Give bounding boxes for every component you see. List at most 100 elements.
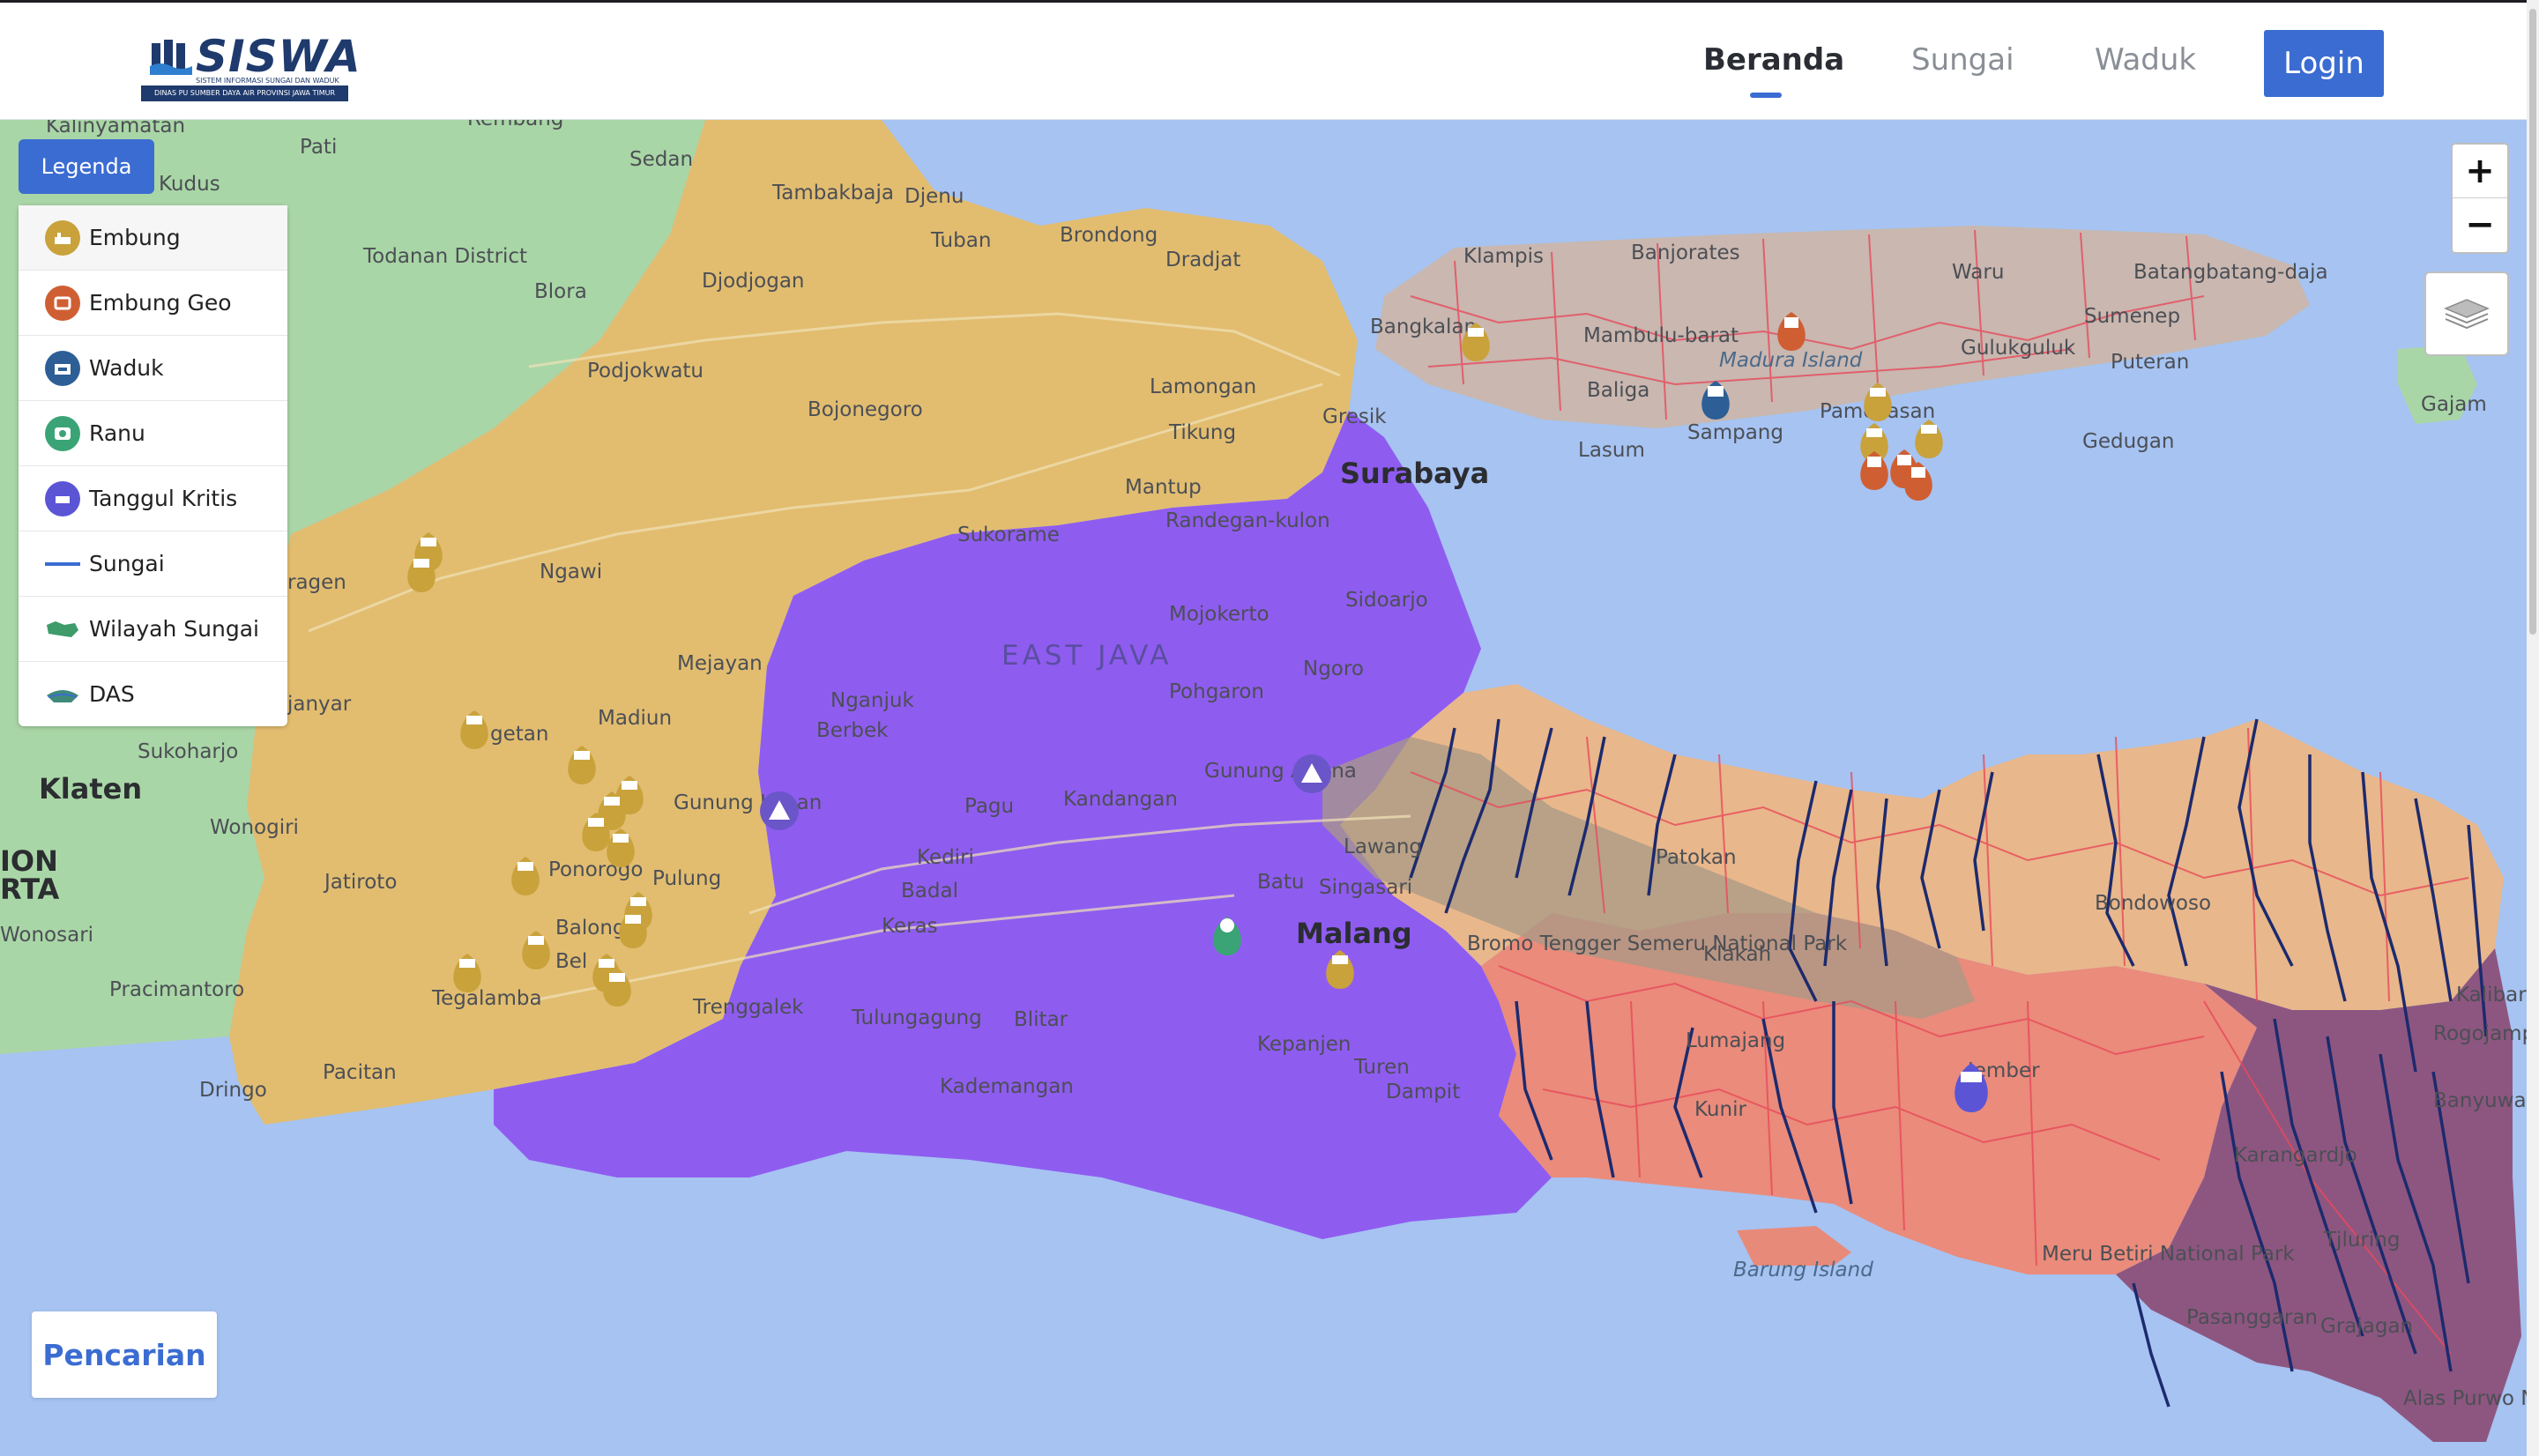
map-label: Meru Betiri National Park [2042,1243,2295,1266]
map-label: Djodjogan [702,270,805,293]
legend-item-embung[interactable]: Embung [19,205,287,271]
logo-mark-icon [150,40,192,75]
map-label: Podjokwatu [587,360,704,383]
map-label: Puteran [2111,351,2189,374]
legend-item-label: Tanggul Kritis [89,486,238,511]
map-label: Gunung Arjuna [1204,760,1357,783]
map-label: Mambulu-barat [1583,324,1739,347]
logo-subtitle: SISTEM INFORMASI SUNGAI DAN WADUK [196,77,339,85]
map-label: Kunir [1694,1098,1746,1121]
wilayah-sungai-icon [45,612,80,647]
map-label: Balong [555,917,626,940]
map-label: Pagu [964,795,1014,818]
map-label: Gunung Liman [674,791,822,814]
logo-band: DINAS PU SUMBER DAYA AIR PROVINSI JAWA T… [141,85,348,101]
embung-icon [45,219,80,256]
map-label: Waru [1952,261,2004,284]
das-icon [45,677,80,712]
legend-item-wilayah-sungai[interactable]: Wilayah Sungai [19,597,287,662]
map-label: Lawang [1344,836,1422,858]
logo-title: SISWA [196,31,361,82]
map-label: Kudus [159,173,220,196]
map-label: Dringo [199,1079,267,1102]
legend-item-label: Embung Geo [89,290,232,316]
map-label: ragen [287,571,346,594]
embung-geo-icon [45,285,80,321]
legend-item-ranu[interactable]: Ranu [19,401,287,466]
legend-panel: Embung Embung Geo Waduk Ranu Tanggul Kri… [19,205,287,726]
map-label: Pohgaron [1169,680,1264,703]
legend-item-sungai[interactable]: Sungai [19,531,287,597]
legend-item-label: DAS [89,681,135,707]
legend-item-label: Wilayah Sungai [89,616,259,642]
layers-button[interactable] [2424,271,2509,356]
legend-item-embung-geo[interactable]: Embung Geo [19,271,287,336]
map-label: Grajagan [2320,1315,2413,1338]
map-label: Kepanjen [1257,1033,1351,1056]
map-label: Blora [534,280,587,303]
map-label: Nganjuk [830,689,914,712]
map-label: Brondong [1060,224,1158,247]
zoom-out-button[interactable]: − [2453,198,2507,251]
map-label: Batu [1257,871,1304,894]
map-canvas[interactable]: Kalinyamatan Rembang Pati Sedan Kudus Ta… [0,120,2527,1456]
zoom-in-button[interactable]: + [2453,145,2507,198]
login-button[interactable]: Login [2264,30,2384,97]
siswa-logo[interactable]: SISWA SISTEM INFORMASI SUNGAI DAN WADUK … [141,31,361,101]
scrollbar-thumb[interactable] [2529,9,2536,635]
map-label: Sumenep [2084,305,2180,328]
map-label: Batangbatang-daja [2133,261,2328,284]
legend-item-das[interactable]: DAS [19,662,287,726]
map-label: EAST JAVA [1001,640,1173,672]
layers-icon [2444,299,2490,330]
map-label: Pulung [652,867,721,890]
map-label: Gajam [2421,393,2487,416]
legend-item-label: Embung [89,225,181,250]
map-label: Patokan [1656,846,1737,869]
map-label: Pacitan [323,1061,397,1084]
map-label: Wonogiri [210,816,299,839]
map-label: Wonosari [0,924,93,947]
map-label: Dradjat [1165,249,1240,271]
map-label: Klaten [39,772,142,806]
map-label: Rogojampi [2433,1022,2527,1045]
nav-sungai[interactable]: Sungai [1911,42,2014,78]
tanggul-kritis-icon [45,480,80,516]
map-label: Lumajang [1686,1029,1785,1052]
map-label: Klampis [1463,245,1544,268]
nav-waduk[interactable]: Waduk [2095,42,2196,78]
map-label: Pati [300,136,337,159]
legend-item-label: Waduk [89,355,164,381]
map-label: Badal [901,880,958,903]
map-label: Sidoarjo [1345,589,1428,612]
nav-beranda[interactable]: Beranda [1703,42,1844,78]
map-label: Mojokerto [1169,603,1270,626]
map-label: Barung Island [1733,1259,1873,1281]
map-label: Madura Island [1719,349,1863,372]
map-label: Gresik [1322,405,1387,428]
map-label: Tulungagung [851,1007,982,1029]
legend-item-label: Sungai [89,551,165,576]
legend-item-waduk[interactable]: Waduk [19,336,287,401]
map-label: Bojonegoro [808,398,923,421]
map-label: Sampang [1687,421,1783,444]
map-label: Bondowoso [2095,892,2211,915]
map-label: Kediri [917,846,974,869]
map-label: Todanan District [362,245,527,268]
map-label: Trenggalek [692,996,804,1019]
map-label: Ngoro [1303,657,1364,680]
scrollbar[interactable] [2527,0,2539,1456]
map-label: Keras [882,915,938,938]
map-label: Madiun [598,707,672,730]
search-button[interactable]: Pencarian [32,1311,217,1398]
map-label: Malang [1296,917,1412,950]
map-label: Lasum [1578,439,1645,462]
legend-item-tanggul-kritis[interactable]: Tanggul Kritis [19,466,287,531]
top-navbar: SISWA SISTEM INFORMASI SUNGAI DAN WADUK … [0,0,2527,120]
map-label: Sukoharjo [138,740,238,763]
legend-toggle-button[interactable]: Legenda [19,139,154,194]
nav-active-indicator [1750,93,1782,98]
map-label: Bromo Tengger Semeru National Park [1467,932,1848,955]
map-label: Banjorates [1631,241,1740,264]
sungai-line-icon [45,561,80,566]
